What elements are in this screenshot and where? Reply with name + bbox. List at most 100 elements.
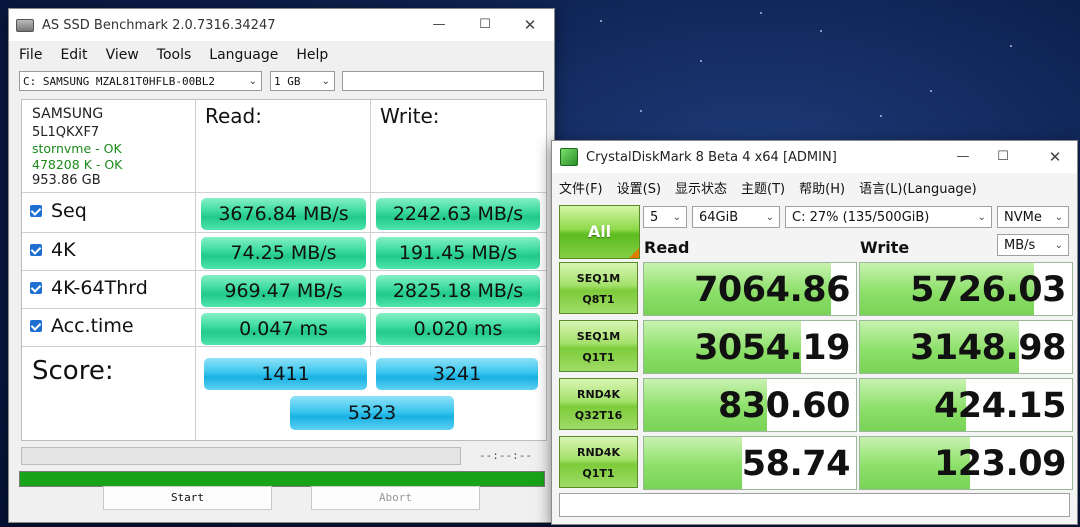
comment-field[interactable]: [559, 493, 1070, 517]
result-fill: [644, 437, 742, 489]
crystaldiskmark-window: CrystalDiskMark 8 Beta 4 x64 [ADMIN] — ☐…: [551, 140, 1078, 525]
as-ssd-window: AS SSD Benchmark 2.0.7316.34247 — ☐ ✕ Fi…: [8, 8, 555, 523]
menu-bar: File Edit View Tools Language Help: [19, 47, 346, 63]
menu-display[interactable]: 显示状态: [675, 178, 727, 197]
abort-button[interactable]: Abort: [311, 486, 480, 510]
acctime-read-result: 0.047 ms: [201, 313, 366, 345]
score-write: 3241: [376, 358, 538, 390]
4k-write-result: 191.45 MB/s: [376, 237, 540, 269]
menu-tools[interactable]: Tools: [157, 47, 192, 63]
star: [930, 90, 932, 92]
test-params: Q1T1: [582, 467, 615, 480]
test-rnd4k-q1t1-button[interactable]: RND4K Q1T1: [559, 436, 638, 488]
test-params: Q8T1: [582, 293, 615, 306]
elapsed-time: --:--:--: [479, 449, 532, 462]
rnd4k-q32t16-write: 424.15: [859, 378, 1073, 432]
device-vendor: SAMSUNG: [32, 106, 104, 122]
row-label: Seq: [51, 200, 87, 222]
row-4k-64thrd[interactable]: 4K-64Thrd: [26, 277, 148, 299]
seq1m-q1t1-read: 3054.19: [643, 320, 857, 374]
all-button[interactable]: All: [559, 205, 640, 259]
unit-select[interactable]: MB/s ⌄: [997, 234, 1069, 256]
star: [640, 110, 642, 112]
drive-select[interactable]: C: SAMSUNG MZAL81T0HFLB-00BL2 ⌄: [19, 71, 262, 91]
test-seq1m-q1t1-button[interactable]: SEQ1M Q1T1: [559, 320, 638, 372]
row-acc-time[interactable]: Acc.time: [26, 315, 134, 337]
star: [700, 60, 702, 62]
menu-language[interactable]: Language: [209, 47, 278, 63]
seq1m-q8t1-write: 5726.03: [859, 262, 1073, 316]
profile-select[interactable]: NVMe ⌄: [997, 206, 1069, 228]
menu-file[interactable]: File: [19, 47, 42, 63]
result-value: 58.74: [741, 444, 851, 484]
menu-language[interactable]: 语言(L)(Language): [859, 178, 977, 197]
row-4k[interactable]: 4K: [26, 239, 76, 261]
checkbox-icon[interactable]: [30, 205, 42, 217]
test-name: RND4K: [577, 388, 620, 401]
profile-value: NVMe: [1004, 210, 1042, 225]
row-seq[interactable]: Seq: [26, 200, 87, 222]
progress-bar-total: [19, 471, 545, 487]
test-name: RND4K: [577, 446, 620, 459]
result-value: 7064.86: [694, 270, 850, 310]
alignment-status: 478208 K - OK: [32, 157, 123, 172]
info-field: [342, 71, 544, 91]
checkbox-icon[interactable]: [30, 244, 42, 256]
menu-help[interactable]: Help: [296, 47, 328, 63]
4k-read-result: 74.25 MB/s: [201, 237, 366, 269]
test-seq1m-q8t1-button[interactable]: SEQ1M Q8T1: [559, 262, 638, 314]
maximize-icon[interactable]: ☐: [980, 141, 1026, 173]
drive-icon: [16, 18, 34, 32]
seq1m-q8t1-read: 7064.86: [643, 262, 857, 316]
start-button[interactable]: Start: [103, 486, 272, 510]
checkbox-icon[interactable]: [30, 320, 42, 332]
all-button-label: All: [587, 222, 612, 241]
checkbox-icon[interactable]: [30, 282, 42, 294]
device-info: SAMSUNG 5L1QKXF7 stornvme - OK 478208 K …: [32, 106, 122, 189]
chevron-down-icon: ⌄: [765, 212, 774, 223]
write-header: Write: [860, 238, 910, 257]
count-value: 5: [650, 210, 659, 225]
corner-marker: [629, 248, 639, 258]
chevron-down-icon: ⌄: [1054, 240, 1063, 251]
star: [880, 115, 882, 117]
result-value: 3054.19: [694, 328, 850, 368]
row-label: 4K: [51, 239, 76, 261]
score-total: 5323: [290, 396, 454, 430]
menu-edit[interactable]: Edit: [60, 47, 87, 63]
test-rnd4k-q32t16-button[interactable]: RND4K Q32T16: [559, 378, 638, 430]
close-icon[interactable]: ✕: [507, 9, 553, 41]
menu-file[interactable]: 文件(F): [559, 178, 603, 197]
progress-bar-current: [21, 447, 461, 465]
chevron-down-icon: ⌄: [248, 76, 257, 87]
app-icon: [560, 148, 578, 166]
minimize-icon[interactable]: —: [416, 9, 462, 41]
result-value: 3148.98: [910, 328, 1066, 368]
menu-view[interactable]: View: [106, 47, 139, 63]
title-bar[interactable]: CrystalDiskMark 8 Beta 4 x64 [ADMIN] — ☐…: [552, 141, 1077, 173]
divider: [22, 270, 546, 271]
result-value: 123.09: [933, 444, 1067, 484]
size-select[interactable]: 1 GB ⌄: [270, 71, 335, 91]
divider: [22, 346, 546, 347]
menu-help[interactable]: 帮助(H): [799, 178, 845, 197]
4k64-write-result: 2825.18 MB/s: [376, 275, 540, 307]
device-capacity: 953.86 GB: [32, 173, 101, 188]
acctime-write-result: 0.020 ms: [376, 313, 540, 345]
window-title: CrystalDiskMark 8 Beta 4 x64 [ADMIN]: [586, 149, 837, 165]
close-icon[interactable]: ✕: [1032, 141, 1078, 173]
rnd4k-q1t1-read: 58.74: [643, 436, 857, 490]
size-select[interactable]: 64GiB ⌄: [692, 206, 780, 228]
title-bar[interactable]: AS SSD Benchmark 2.0.7316.34247 — ☐ ✕: [9, 9, 554, 41]
maximize-icon[interactable]: ☐: [462, 9, 508, 41]
test-params: Q32T16: [574, 409, 623, 422]
count-select[interactable]: 5 ⌄: [643, 206, 687, 228]
driver-status: stornvme - OK: [32, 141, 122, 156]
seq-read-result: 3676.84 MB/s: [201, 198, 366, 230]
menu-settings[interactable]: 设置(S): [617, 178, 661, 197]
menu-theme[interactable]: 主题(T): [741, 178, 785, 197]
star: [820, 30, 822, 32]
seq1m-q1t1-write: 3148.98: [859, 320, 1073, 374]
drive-select-value: C: SAMSUNG MZAL81T0HFLB-00BL2: [23, 75, 216, 88]
drive-select[interactable]: C: 27% (135/500GiB) ⌄: [785, 206, 992, 228]
